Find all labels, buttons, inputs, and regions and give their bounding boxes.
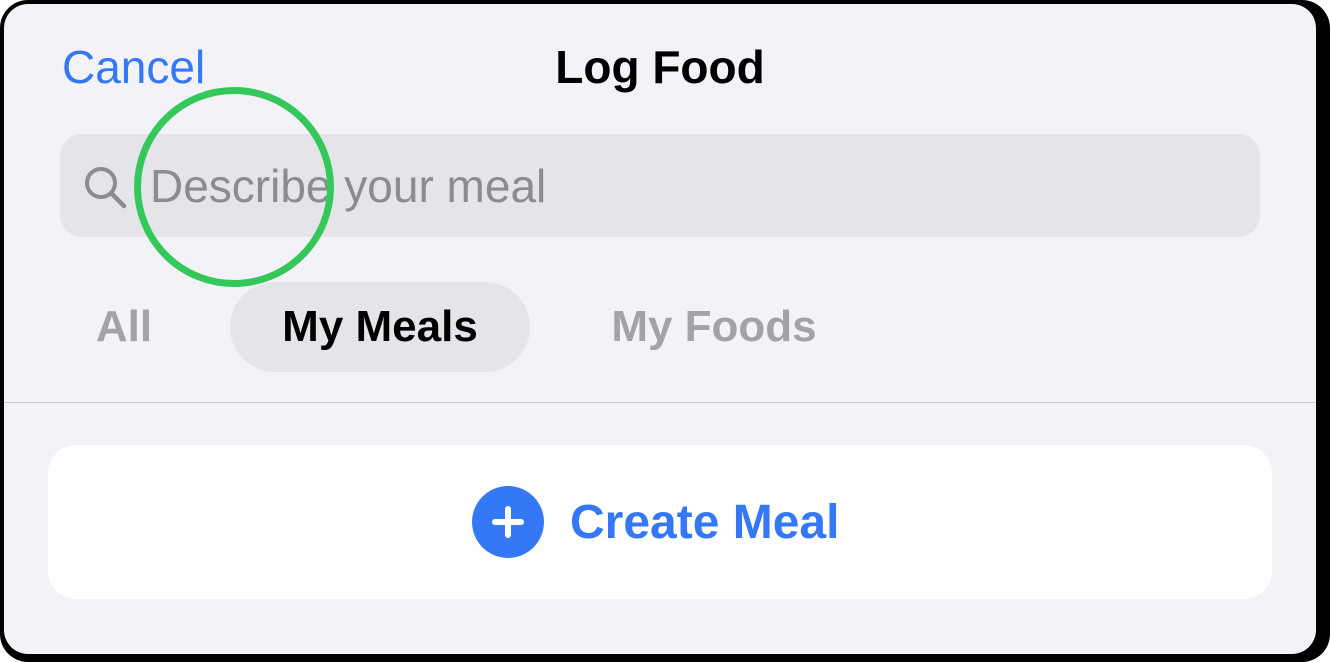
create-meal-label: Create Meal <box>570 495 840 549</box>
device-frame: Cancel Log Food All My Meals My Foods Cr… <box>0 0 1330 662</box>
search-bar[interactable] <box>60 134 1260 237</box>
log-food-sheet: Cancel Log Food All My Meals My Foods Cr… <box>4 4 1316 654</box>
search-icon <box>85 167 127 209</box>
divider <box>4 402 1316 403</box>
search-input[interactable] <box>150 134 1240 237</box>
create-meal-content: Create Meal <box>472 485 839 559</box>
tab-all[interactable]: All <box>64 282 184 372</box>
plus-circle-icon <box>472 486 544 558</box>
segmented-tabs: All My Meals My Foods <box>4 282 1316 372</box>
create-meal-button[interactable]: Create Meal <box>48 445 1272 599</box>
tab-my-foods[interactable]: My Foods <box>574 282 854 372</box>
tab-my-meals[interactable]: My Meals <box>230 282 530 372</box>
page-title: Log Food <box>555 41 765 93</box>
